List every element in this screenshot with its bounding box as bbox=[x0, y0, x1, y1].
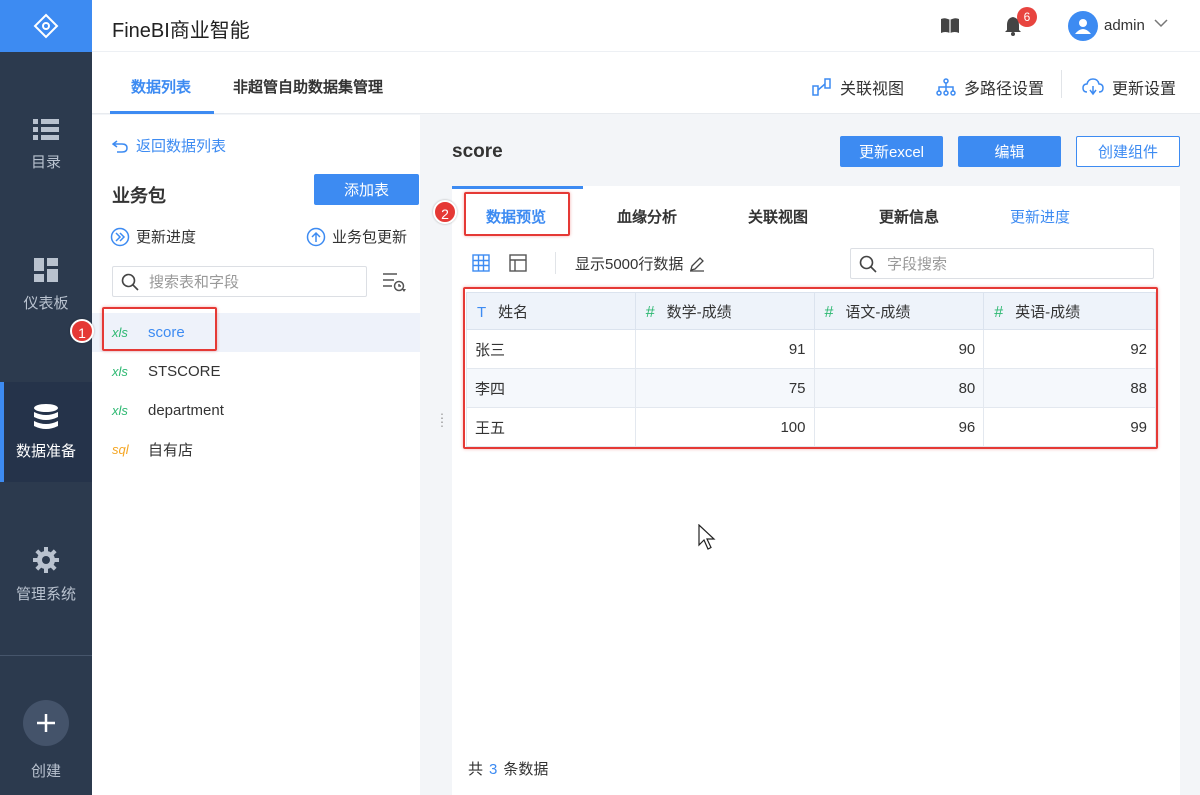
book-icon[interactable] bbox=[940, 17, 960, 35]
tab-update-progress[interactable]: 更新进度 bbox=[1010, 206, 1070, 227]
xls-icon: xls bbox=[112, 364, 128, 379]
multi-path-action[interactable]: 多路径设置 bbox=[936, 75, 1044, 99]
dashboard-icon bbox=[34, 257, 58, 282]
layout-view-icon[interactable] bbox=[509, 254, 527, 272]
step-marker-1: 1 bbox=[70, 319, 94, 343]
search-icon bbox=[121, 273, 139, 291]
update-progress-link[interactable]: 更新进度 bbox=[110, 226, 196, 247]
table-item-store[interactable]: sql 自有店 bbox=[92, 430, 420, 469]
chevron-down-icon[interactable] bbox=[1154, 19, 1168, 28]
nav-item-catalog[interactable]: 目录 bbox=[0, 95, 92, 195]
nav-item-label: 管理系统 bbox=[15, 585, 76, 603]
package-update-label: 业务包更新 bbox=[332, 229, 408, 246]
relation-view-label: 关联视图 bbox=[840, 81, 905, 98]
preview-toolbar: 显示5000行数据 字段搜索 bbox=[452, 239, 1180, 285]
active-subtab-indicator bbox=[452, 186, 583, 189]
tab-data-list[interactable]: 数据列表 bbox=[131, 76, 191, 97]
relation-icon bbox=[812, 78, 831, 96]
footer-suffix: 条数据 bbox=[503, 761, 549, 778]
highlight-box-table bbox=[463, 287, 1158, 449]
return-arrow-icon bbox=[112, 139, 128, 153]
nav-item-data-prep[interactable]: 数据准备 bbox=[0, 382, 92, 482]
update-progress-label: 更新进度 bbox=[136, 229, 197, 246]
app-title: FineBI商业智能 bbox=[112, 20, 250, 42]
user-icon bbox=[1075, 19, 1091, 34]
highlight-box-preview-tab bbox=[464, 192, 570, 236]
search-placeholder: 搜索表和字段 bbox=[149, 274, 240, 291]
panel-resize-handle[interactable]: ⋮ ⋮ bbox=[436, 412, 448, 428]
top-header: FineBI商业智能 6 admin bbox=[92, 0, 1200, 52]
mouse-cursor-icon bbox=[698, 524, 716, 550]
table-title: score bbox=[452, 141, 503, 162]
side-nav: 目录 仪表板 数据准备 管理系统 创建 bbox=[0, 0, 92, 795]
top-tabs-bar: 数据列表 非超管自助数据集管理 关联视图 多路径设置 更新设置 bbox=[92, 52, 1200, 114]
package-title: 业务包 bbox=[112, 186, 166, 206]
package-update-link[interactable]: 业务包更新 bbox=[306, 226, 407, 247]
pencil-icon[interactable] bbox=[689, 256, 705, 272]
list-icon bbox=[33, 118, 59, 140]
table-name: 自有店 bbox=[148, 442, 194, 459]
highlight-box-score bbox=[102, 307, 217, 351]
sort-filter-icon[interactable] bbox=[382, 272, 406, 292]
finebi-logo-icon[interactable] bbox=[0, 0, 92, 52]
back-label: 返回数据列表 bbox=[136, 138, 227, 155]
sql-icon: sql bbox=[112, 442, 129, 457]
avatar[interactable] bbox=[1068, 11, 1098, 41]
tab-self-service-dataset[interactable]: 非超管自助数据集管理 bbox=[233, 76, 383, 97]
nav-item-admin[interactable]: 管理系统 bbox=[0, 525, 92, 625]
tab-update-info[interactable]: 更新信息 bbox=[879, 206, 939, 227]
table-name: STSCORE bbox=[148, 363, 221, 380]
plus-icon[interactable] bbox=[23, 700, 69, 746]
username[interactable]: admin bbox=[1104, 17, 1145, 34]
upload-icon bbox=[306, 227, 326, 246]
update-excel-button[interactable]: 更新excel bbox=[840, 136, 943, 167]
multi-path-label: 多路径设置 bbox=[964, 81, 1045, 98]
nav-item-label: 数据准备 bbox=[15, 442, 76, 460]
toolbar-separator bbox=[555, 252, 556, 274]
cloud-refresh-icon bbox=[1082, 78, 1104, 96]
package-panel: 返回数据列表 业务包 添加表 更新进度 业务包更新 搜索表和字段 xls sco… bbox=[92, 115, 420, 795]
footer-prefix: 共 bbox=[468, 761, 484, 778]
preview-card: 数据预览 血缘分析 关联视图 更新信息 更新进度 显示5000行数据 字段搜索 bbox=[452, 186, 1180, 795]
step-marker-2: 2 bbox=[433, 200, 457, 224]
row-limit-setting[interactable]: 显示5000行数据 bbox=[575, 253, 705, 274]
search-icon bbox=[859, 255, 877, 273]
table-item-department[interactable]: xls department bbox=[92, 391, 420, 430]
notification-badge: 6 bbox=[1017, 7, 1037, 27]
active-tab-underline bbox=[110, 111, 214, 114]
gear-icon bbox=[33, 546, 59, 573]
nav-item-label: 目录 bbox=[30, 153, 61, 171]
table-search-input[interactable]: 搜索表和字段 bbox=[112, 266, 367, 297]
field-search-input[interactable]: 字段搜索 bbox=[850, 248, 1154, 279]
relation-view-action[interactable]: 关联视图 bbox=[812, 75, 904, 99]
nav-divider bbox=[0, 655, 92, 656]
row-count-footer: 共 3 条数据 bbox=[468, 758, 548, 779]
edit-button[interactable]: 编辑 bbox=[958, 136, 1061, 167]
row-limit-label: 显示5000行数据 bbox=[575, 256, 684, 273]
row-count: 3 bbox=[489, 761, 498, 778]
nav-create[interactable]: 创建 bbox=[0, 700, 92, 781]
create-component-button[interactable]: 创建组件 bbox=[1076, 136, 1180, 167]
tab-relation-view[interactable]: 关联视图 bbox=[748, 206, 808, 227]
nav-item-label: 仪表板 bbox=[23, 294, 69, 312]
progress-icon bbox=[110, 227, 130, 246]
hierarchy-icon bbox=[936, 78, 956, 96]
table-name: department bbox=[148, 402, 224, 419]
field-search-placeholder: 字段搜索 bbox=[887, 256, 948, 273]
create-label: 创建 bbox=[30, 763, 61, 780]
tab-lineage[interactable]: 血缘分析 bbox=[617, 206, 677, 227]
database-icon bbox=[34, 403, 58, 429]
update-settings-label: 更新设置 bbox=[1112, 81, 1177, 98]
toolbar-separator bbox=[1061, 70, 1062, 98]
xls-icon: xls bbox=[112, 403, 128, 418]
update-settings-action[interactable]: 更新设置 bbox=[1082, 75, 1176, 99]
back-to-list-link[interactable]: 返回数据列表 bbox=[112, 135, 226, 156]
add-table-button[interactable]: 添加表 bbox=[314, 174, 419, 205]
grid-view-icon[interactable] bbox=[472, 254, 490, 272]
table-item-stscore[interactable]: xls STSCORE bbox=[92, 352, 420, 391]
